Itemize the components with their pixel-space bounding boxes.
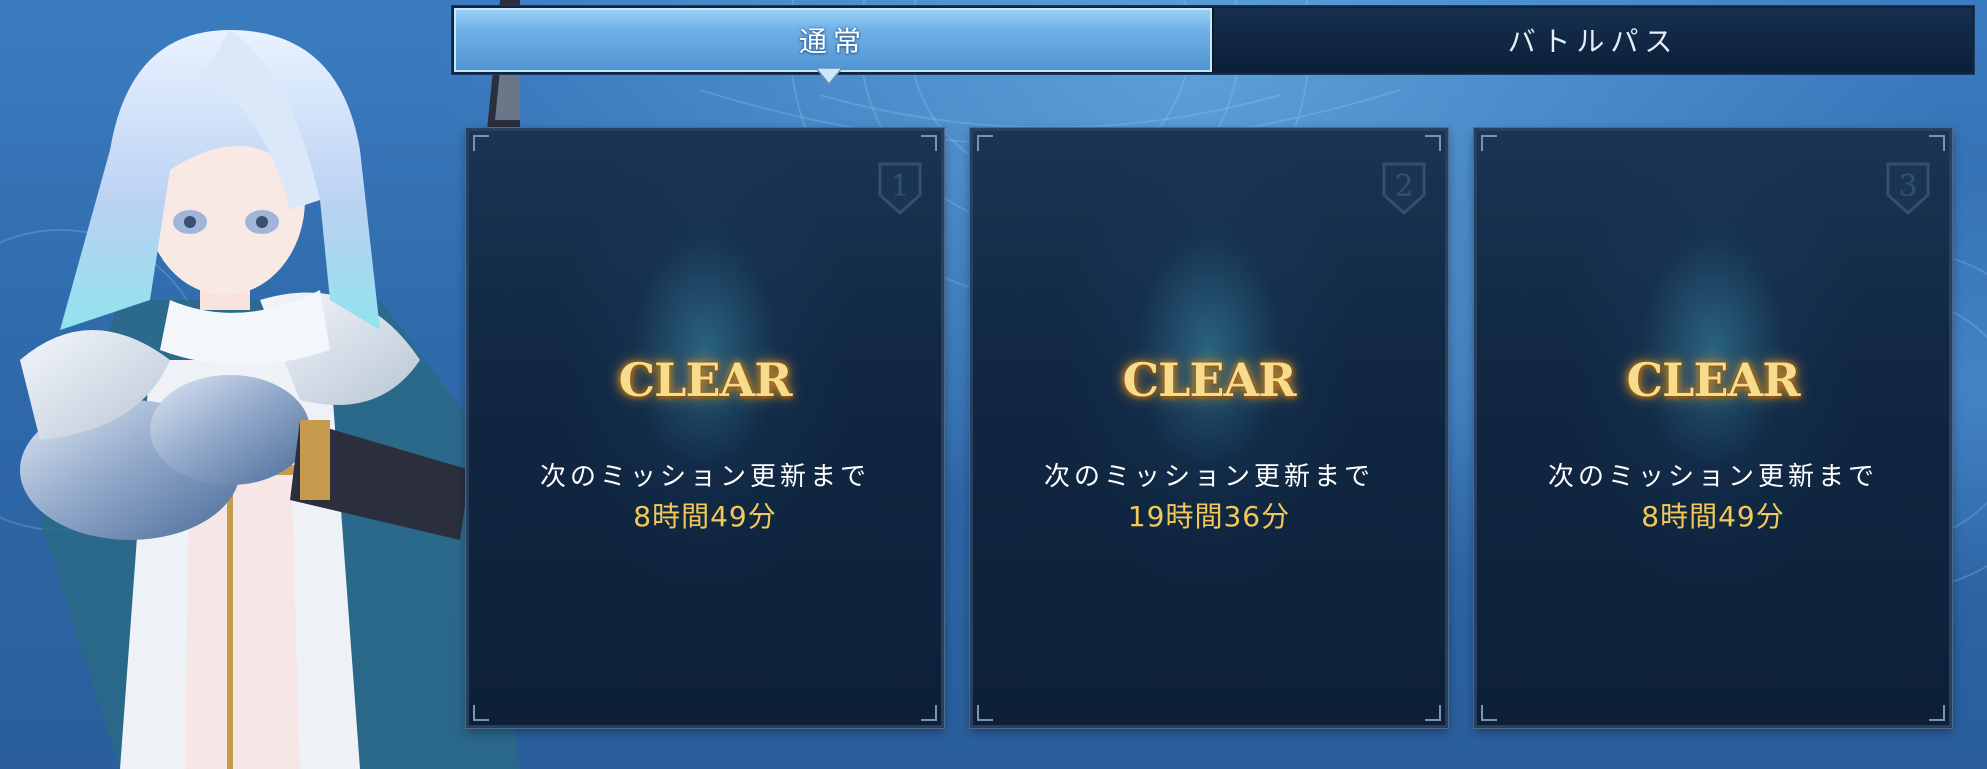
time-remaining: 8時間49分: [633, 500, 777, 533]
mission-number-badge: 3: [1885, 161, 1931, 215]
card-corner-ornament: [921, 705, 937, 721]
card-corner-ornament: [1425, 705, 1441, 721]
tab-battle-pass[interactable]: バトルパス: [1212, 8, 1972, 72]
card-corner-ornament: [1481, 135, 1497, 151]
clear-status: CLEAR: [1626, 353, 1801, 407]
card-corner-ornament: [1929, 135, 1945, 151]
clear-status: CLEAR: [1122, 353, 1297, 407]
tab-normal[interactable]: 通常: [454, 8, 1212, 72]
card-corner-ornament: [921, 135, 937, 151]
mission-card-3[interactable]: 3 CLEAR 次のミッション更新まで 8時間49分: [1473, 127, 1953, 729]
mission-card-2[interactable]: 2 CLEAR 次のミッション更新まで 19時間36分: [969, 127, 1449, 729]
mission-number: 2: [1394, 169, 1414, 204]
card-corner-ornament: [473, 135, 489, 151]
card-corner-ornament: [473, 705, 489, 721]
next-mission-label: 次のミッション更新まで: [539, 462, 870, 492]
next-mission-label: 次のミッション更新まで: [1043, 462, 1374, 492]
character-illustration: [20, 0, 520, 769]
card-corner-ornament: [1425, 135, 1441, 151]
mission-tab-bar: 通常 バトルパス: [452, 6, 1974, 74]
mission-number-badge: 2: [1381, 161, 1427, 215]
active-tab-pointer-icon: [816, 68, 842, 86]
card-corner-ornament: [977, 705, 993, 721]
mission-number-badge: 1: [877, 161, 923, 215]
mission-card-1[interactable]: 1 CLEAR 次のミッション更新まで 8時間49分: [465, 127, 945, 729]
card-corner-ornament: [1481, 705, 1497, 721]
card-corner-ornament: [1929, 705, 1945, 721]
card-corner-ornament: [977, 135, 993, 151]
time-remaining: 19時間36分: [1127, 500, 1291, 533]
mission-number: 3: [1898, 169, 1918, 204]
next-mission-label: 次のミッション更新まで: [1547, 462, 1878, 492]
time-remaining: 8時間49分: [1641, 500, 1785, 533]
mission-number: 1: [890, 169, 910, 204]
clear-status: CLEAR: [618, 353, 793, 407]
